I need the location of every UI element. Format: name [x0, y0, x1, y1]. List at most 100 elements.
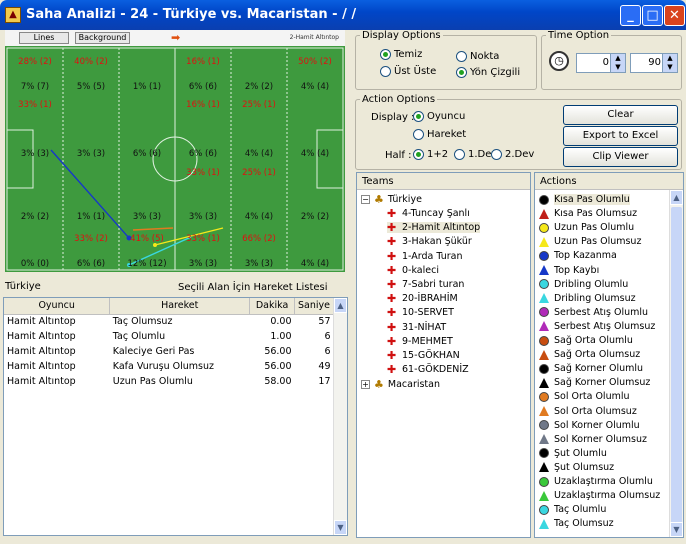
teams-panel[interactable]: Teams − ♣ Türkiye ✚ 4-Tuncay Şanlı ✚ 2-Hami…	[356, 172, 531, 538]
action-item[interactable]: Serbest Atış Olumlu	[539, 307, 648, 318]
action-item[interactable]: Sağ Korner Olumsuz	[539, 377, 650, 388]
zone-label[interactable]: 41% (5)	[119, 234, 175, 244]
zone-label[interactable]: 33% (2)	[63, 234, 119, 244]
zone-label[interactable]: 33% (1)	[175, 168, 231, 178]
ust-uste-radio[interactable]: Üst Üste	[380, 66, 436, 77]
scroll-up-icon[interactable]: ▲	[334, 298, 347, 313]
col-dakika[interactable]: Dakika	[249, 298, 296, 315]
action-item[interactable]: Taç Olumsuz	[539, 518, 614, 529]
zone-label[interactable]: 4% (4)	[287, 149, 343, 159]
half-second-radio[interactable]: 2.Dev	[491, 149, 534, 160]
scroll-down-icon[interactable]: ▼	[670, 522, 683, 537]
zone-label[interactable]: 3% (3)	[231, 259, 287, 269]
zone-label[interactable]: 6% (6)	[119, 149, 175, 159]
export-excel-button[interactable]: Export to Excel	[563, 126, 678, 146]
zone-label[interactable]: 3% (3)	[175, 212, 231, 222]
oyuncu-radio[interactable]: Oyuncu	[413, 111, 465, 122]
zone-label[interactable]: 3% (3)	[63, 149, 119, 159]
action-item[interactable]: Uzun Pas Olumsuz	[539, 236, 641, 247]
action-item[interactable]: Top Kazanma	[539, 250, 617, 261]
spin-arrows-icon[interactable]: ▲ ▼	[610, 54, 625, 72]
clear-button[interactable]: Clear	[563, 105, 678, 125]
action-item[interactable]: Sol Korner Olumlu	[539, 420, 640, 431]
half-both-radio[interactable]: 1+2	[413, 149, 448, 160]
zone-label[interactable]: 25% (1)	[231, 100, 287, 110]
zone-label[interactable]: 28% (2)	[7, 57, 63, 67]
spin-arrows-icon[interactable]: ▲ ▼	[662, 54, 677, 72]
action-item[interactable]: Uzaklaştırma Olumsuz	[539, 490, 660, 501]
zone-label[interactable]: 50% (2)	[287, 57, 343, 67]
table-row[interactable]: Hamit Altıntop Kaleciye Geri Pas 56.00 6	[4, 344, 334, 359]
tree-player[interactable]: ✚ 0-kaleci	[387, 265, 439, 276]
zone-label[interactable]: 0% (0)	[7, 259, 63, 269]
close-button[interactable]: ✕	[664, 5, 685, 26]
tree-player[interactable]: ✚ 2-Hamit Altıntop	[387, 222, 481, 234]
zone-label[interactable]: 4% (4)	[287, 82, 343, 92]
tree-player[interactable]: ✚ 31-NİHAT	[387, 322, 446, 333]
zone-label[interactable]: 4% (4)	[287, 259, 343, 269]
zone-label[interactable]: 6% (6)	[175, 82, 231, 92]
actions-scrollbar[interactable]: ▲ ▼	[669, 190, 683, 537]
zone-label[interactable]: 25% (1)	[231, 168, 287, 178]
action-item[interactable]: Sağ Korner Olumlu	[539, 363, 643, 374]
action-item[interactable]: Taç Olumlu	[539, 504, 606, 515]
table-row[interactable]: Hamit Altıntop Kafa Vuruşu Olumsuz 56.00 49	[4, 359, 334, 374]
action-item[interactable]: Uzun Pas Olumlu	[539, 222, 634, 233]
action-item[interactable]: Kısa Pas Olumlu	[539, 194, 630, 205]
action-item[interactable]: Sağ Orta Olumlu	[539, 335, 633, 346]
action-item[interactable]: Top Kaybı	[539, 265, 599, 276]
time-from-spinner[interactable]: 0 ▲ ▼	[576, 53, 626, 73]
action-item[interactable]: Sol Korner Olumsuz	[539, 434, 647, 445]
action-item[interactable]: Şut Olumlu	[539, 448, 607, 459]
zone-label[interactable]: 16% (1)	[175, 100, 231, 110]
nokta-radio[interactable]: Nokta	[456, 51, 499, 62]
zone-label[interactable]: 12% (12)	[119, 259, 175, 269]
zone-label[interactable]: 2% (2)	[287, 212, 343, 222]
actions-panel[interactable]: Actions Kısa Pas Olumlu Kısa Pas Olumsuz U…	[534, 172, 684, 538]
tree-player[interactable]: ✚ 1-Arda Turan	[387, 251, 463, 262]
list-scrollbar[interactable]: ▲ ▼	[333, 298, 347, 535]
temiz-radio[interactable]: Temiz	[380, 49, 422, 60]
scroll-down-icon[interactable]: ▼	[334, 520, 347, 535]
tree-player[interactable]: ✚ 20-İBRAHİM	[387, 293, 458, 304]
zone-label[interactable]: 1% (1)	[63, 212, 119, 222]
zone-label[interactable]: 3% (3)	[175, 259, 231, 269]
col-saniye[interactable]: Saniye	[294, 298, 334, 315]
tree-team-turkiye[interactable]: − ♣ Türkiye	[361, 193, 422, 206]
zone-label[interactable]: 3% (3)	[7, 149, 63, 159]
zone-label[interactable]: 3% (3)	[119, 212, 175, 222]
clip-viewer-button[interactable]: Clip Viewer	[563, 147, 678, 167]
zone-label[interactable]: 16% (1)	[175, 57, 231, 67]
zone-label[interactable]: 33% (1)	[175, 234, 231, 244]
tree-player[interactable]: ✚ 3-Hakan Şükür	[387, 236, 472, 247]
action-item[interactable]: Şut Olumsuz	[539, 462, 614, 473]
maximize-button[interactable]: □	[642, 5, 663, 26]
tree-player[interactable]: ✚ 9-MEHMET	[387, 336, 453, 347]
zone-label[interactable]: 7% (7)	[7, 82, 63, 92]
action-list[interactable]: Oyuncu Hareket Dakika Saniye Hamit Altın…	[3, 297, 348, 536]
tree-player[interactable]: ✚ 15-GÖKHAN	[387, 350, 460, 361]
tree-player[interactable]: ✚ 61-GÖKDENİZ	[387, 364, 469, 375]
action-item[interactable]: Uzaklaştırma Olumlu	[539, 476, 653, 487]
pitch-view[interactable]: Lines Background ➡ 2-Hamit Altıntop 28% …	[5, 30, 345, 272]
action-item[interactable]: Dribling Olumlu	[539, 279, 628, 290]
minimize-button[interactable]: _	[620, 5, 641, 26]
scroll-up-icon[interactable]: ▲	[670, 190, 683, 205]
zone-label[interactable]: 6% (6)	[63, 259, 119, 269]
tree-player[interactable]: ✚ 7-Sabri turan	[387, 279, 464, 290]
tree-team-macaristan[interactable]: + ♣ Macaristan	[361, 378, 440, 391]
action-item[interactable]: Sol Orta Olumsuz	[539, 406, 637, 417]
table-row[interactable]: Hamit Altıntop Taç Olumlu 1.00 6	[4, 329, 334, 344]
zone-label[interactable]: 33% (1)	[7, 100, 63, 110]
action-item[interactable]: Kısa Pas Olumsuz	[539, 208, 637, 219]
zone-label[interactable]: 1% (1)	[119, 82, 175, 92]
time-to-spinner[interactable]: 90 ▲ ▼	[630, 53, 678, 73]
table-row[interactable]: Hamit Altıntop Taç Olumsuz 0.00 57	[4, 314, 334, 329]
hareket-radio[interactable]: Hareket	[413, 129, 466, 140]
action-item[interactable]: Sağ Orta Olumsuz	[539, 349, 640, 360]
zone-label[interactable]: 4% (4)	[231, 149, 287, 159]
zone-label[interactable]: 66% (2)	[231, 234, 287, 244]
col-hareket[interactable]: Hareket	[109, 298, 251, 315]
col-oyuncu[interactable]: Oyuncu	[4, 298, 111, 315]
expand-icon[interactable]: +	[361, 380, 370, 389]
